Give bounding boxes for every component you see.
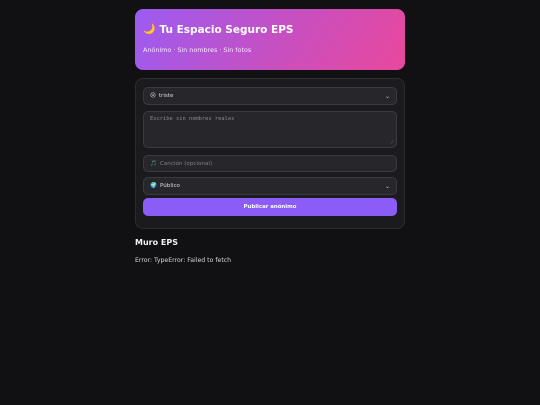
music-note-icon: 🎵: [150, 160, 157, 167]
mood-select-value: 😢 triste: [150, 93, 173, 99]
page-title: Tu Espacio Seguro EPS: [159, 24, 294, 36]
visibility-label: Público: [159, 183, 180, 189]
mood-select[interactable]: 😢 triste ⌄: [143, 87, 397, 105]
visibility-select[interactable]: 🌍 Público ⌄: [143, 177, 397, 195]
resize-handle-icon[interactable]: ⟋: [390, 140, 394, 146]
song-placeholder: Canción (opcional): [159, 160, 213, 167]
page-subtitle: Anónimo · Sin nombres · Sin fotos: [143, 46, 252, 54]
post-form: 😢 triste ⌄ Escribe sin nombres reales ⟋ 🎵…: [135, 78, 405, 229]
publish-button[interactable]: Publicar anónimo: [143, 198, 397, 216]
message-textarea[interactable]: Escribe sin nombres reales ⟋: [143, 111, 397, 148]
moon-icon: 🌙: [143, 24, 156, 35]
mood-label: triste: [158, 93, 174, 99]
error-message: Error: TypeError: Failed to fetch: [135, 257, 232, 264]
chevron-down-icon: ⌄: [384, 92, 390, 100]
globe-icon: 🌍: [150, 183, 157, 189]
message-placeholder: Escribe sin nombres reales: [150, 116, 235, 122]
wall-title: Muro EPS: [135, 238, 178, 247]
song-input[interactable]: 🎵 Canción (opcional): [143, 155, 397, 172]
app-container: 🌙 Tu Espacio Seguro EPS Anónimo · Sin no…: [135, 9, 405, 264]
chevron-down-icon: ⌄: [384, 182, 390, 190]
sad-face-icon: 😢: [150, 93, 156, 99]
header-banner: 🌙 Tu Espacio Seguro EPS Anónimo · Sin no…: [135, 9, 405, 70]
page-title-row: 🌙 Tu Espacio Seguro EPS: [143, 23, 397, 37]
visibility-select-value: 🌍 Público: [150, 183, 180, 189]
